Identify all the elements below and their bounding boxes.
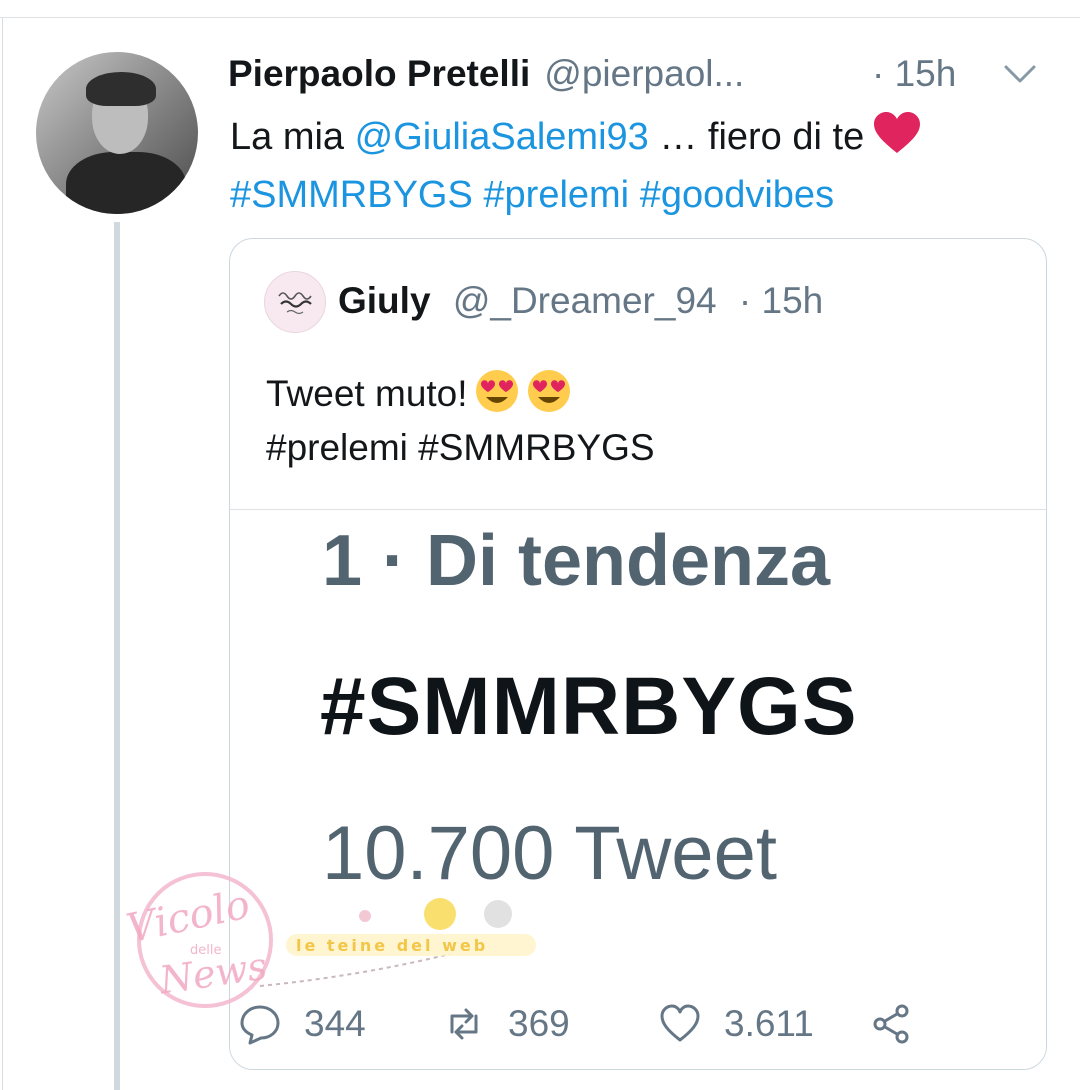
svg-text:delle: delle (190, 943, 221, 958)
quoted-text: Tweet muto! #prelemi #SMMRBYGS (266, 367, 655, 475)
quoted-header: Giuly @_Dreamer_94 · 15h (338, 277, 823, 325)
tweet-timestamp[interactable]: · 15h (872, 52, 956, 96)
tweet-header: Pierpaolo Pretelli @pierpaol... (228, 52, 744, 96)
avatar-body (66, 152, 186, 214)
heart-icon (660, 1004, 700, 1042)
trend-hashtag-text: #SMMRBYGS (320, 661, 858, 752)
quoted-timestamp[interactable]: · 15h (739, 280, 823, 321)
heart-eyes-emoji (475, 370, 518, 412)
share-button[interactable] (870, 996, 914, 1052)
retweet-count: 369 (508, 1003, 570, 1044)
red-heart-emoji (874, 112, 921, 153)
text-prefix: La mia (230, 116, 355, 158)
trend-rank-text: 1 · Di tendenza (322, 521, 831, 601)
author-name[interactable]: Pierpaolo Pretelli (228, 53, 530, 95)
top-divider (0, 0, 1080, 18)
reply-icon (240, 1005, 280, 1045)
quoted-tweet-card[interactable]: Giuly @_Dreamer_94 · 15h Tweet muto! #pr… (229, 238, 1047, 1070)
thread-line (114, 222, 120, 1090)
quoted-author-handle[interactable]: @_Dreamer_94 (453, 280, 717, 321)
author-handle[interactable]: @pierpaol... (544, 53, 744, 95)
mention-link[interactable]: @GiuliaSalemi93 (355, 116, 649, 158)
tweet-text-line-2: #SMMRBYGS #prelemi #goodvibes (230, 166, 1060, 224)
trend-count-text: 10.700 Tweet (322, 811, 777, 896)
avatar-logo-scribble (278, 292, 312, 315)
chevron-down-icon[interactable] (1002, 62, 1038, 86)
tweet-text-line-1: La mia @GiuliaSalemi93 … fiero di te (230, 108, 1060, 166)
quoted-media-image[interactable]: 1 · Di tendenza #SMMRBYGS 10.700 Tweet (230, 509, 1046, 1069)
quoted-hashtags: #prelemi #SMMRBYGS (266, 427, 655, 468)
retweet-icon (450, 1008, 478, 1040)
hashtag-link[interactable]: #goodvibes (640, 174, 834, 216)
avatar-hair (86, 72, 156, 106)
reply-button[interactable]: 344 (238, 996, 366, 1052)
heart-eyes-emoji (527, 370, 570, 412)
quoted-text-line-1: Tweet muto! (266, 367, 655, 421)
quoted-author-name[interactable]: Giuly (338, 280, 431, 321)
tweet-actions: 344 369 3.611 (238, 996, 938, 1052)
author-avatar[interactable] (36, 52, 198, 214)
like-count: 3.611 (724, 1003, 814, 1044)
like-button[interactable]: 3.611 (658, 996, 814, 1052)
quoted-text-main: Tweet muto! (266, 373, 468, 414)
share-icon (873, 1004, 909, 1044)
text-suffix: … fiero di te (648, 116, 865, 158)
reply-count: 344 (304, 1003, 366, 1044)
hashtag-link[interactable]: #prelemi (483, 174, 629, 216)
tweet-text: La mia @GiuliaSalemi93 … fiero di te #SM… (230, 108, 1060, 224)
hashtag-link[interactable]: #SMMRBYGS (230, 174, 473, 216)
retweet-button[interactable]: 369 (442, 996, 570, 1052)
quoted-avatar[interactable] (264, 271, 326, 333)
left-edge-border (2, 18, 3, 1090)
